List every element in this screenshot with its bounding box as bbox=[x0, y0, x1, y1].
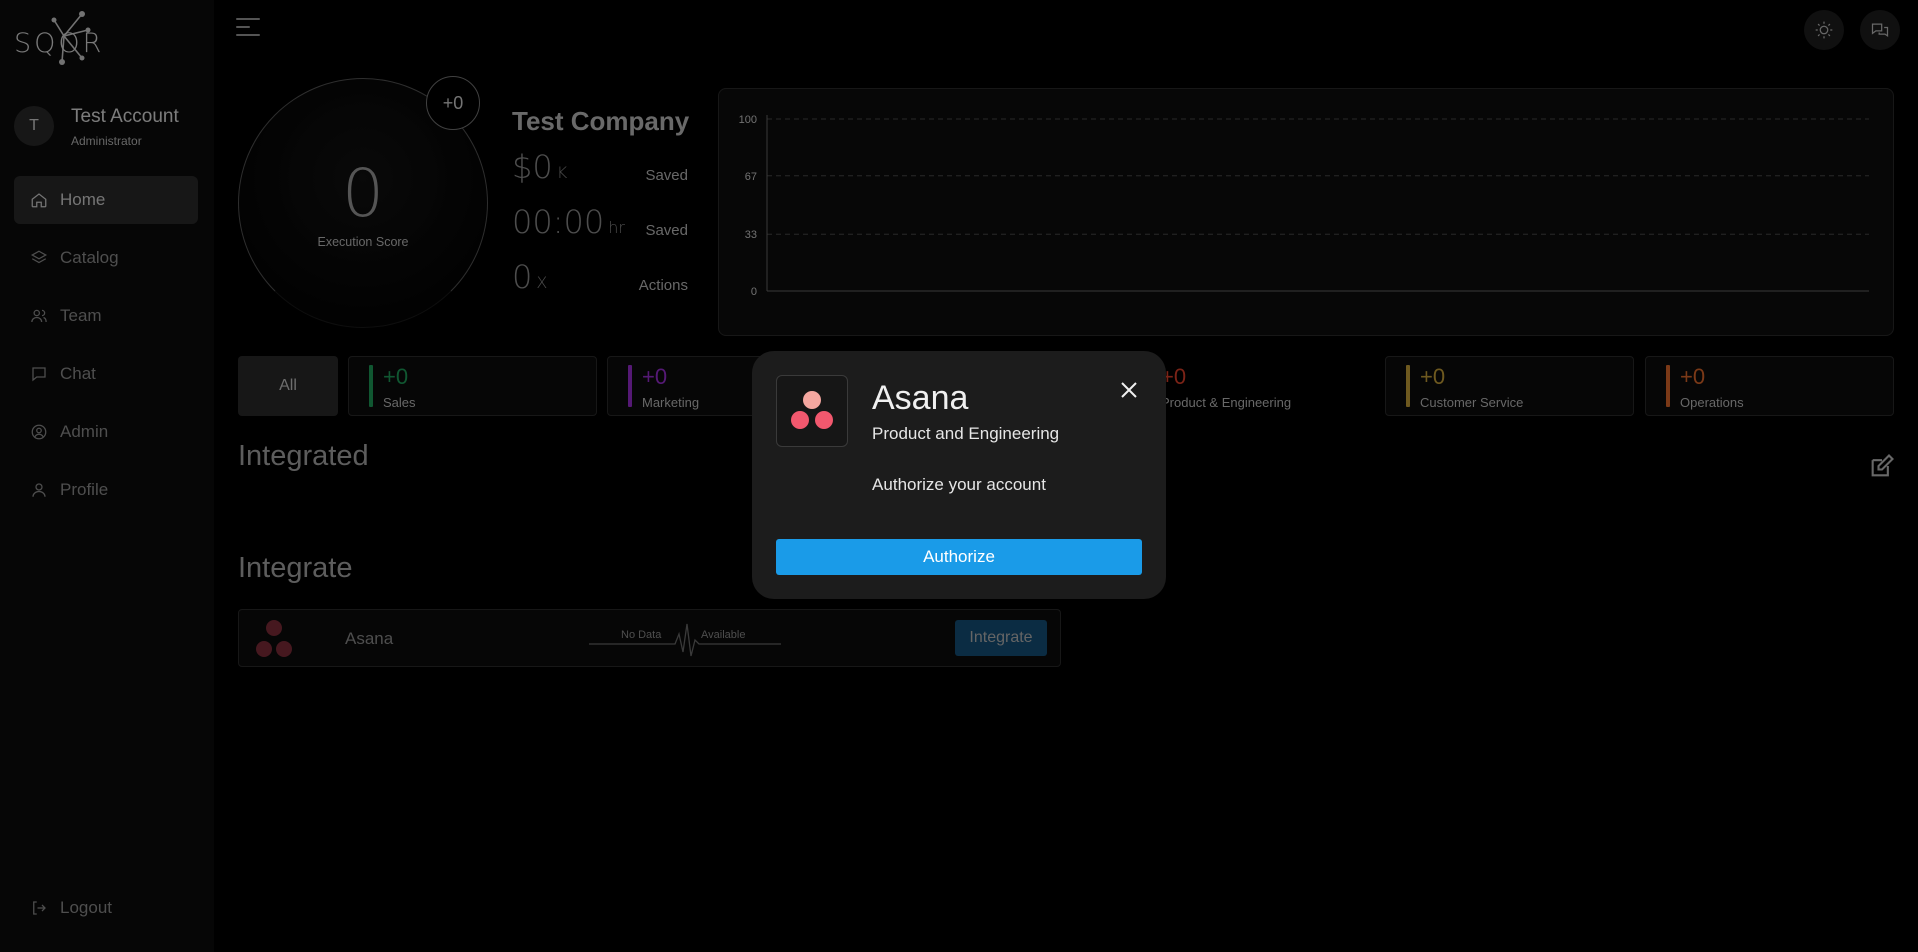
authorize-button[interactable]: Authorize bbox=[776, 539, 1142, 575]
close-icon[interactable] bbox=[1118, 379, 1140, 401]
modal-message: Authorize your account bbox=[872, 475, 1046, 494]
authorize-modal: Asana Product and Engineering Authorize … bbox=[752, 351, 1166, 599]
modal-app-logo bbox=[776, 375, 848, 447]
asana-logo-icon bbox=[791, 391, 833, 429]
modal-subtitle: Product and Engineering bbox=[872, 424, 1060, 443]
modal-title: Asana bbox=[872, 379, 969, 417]
